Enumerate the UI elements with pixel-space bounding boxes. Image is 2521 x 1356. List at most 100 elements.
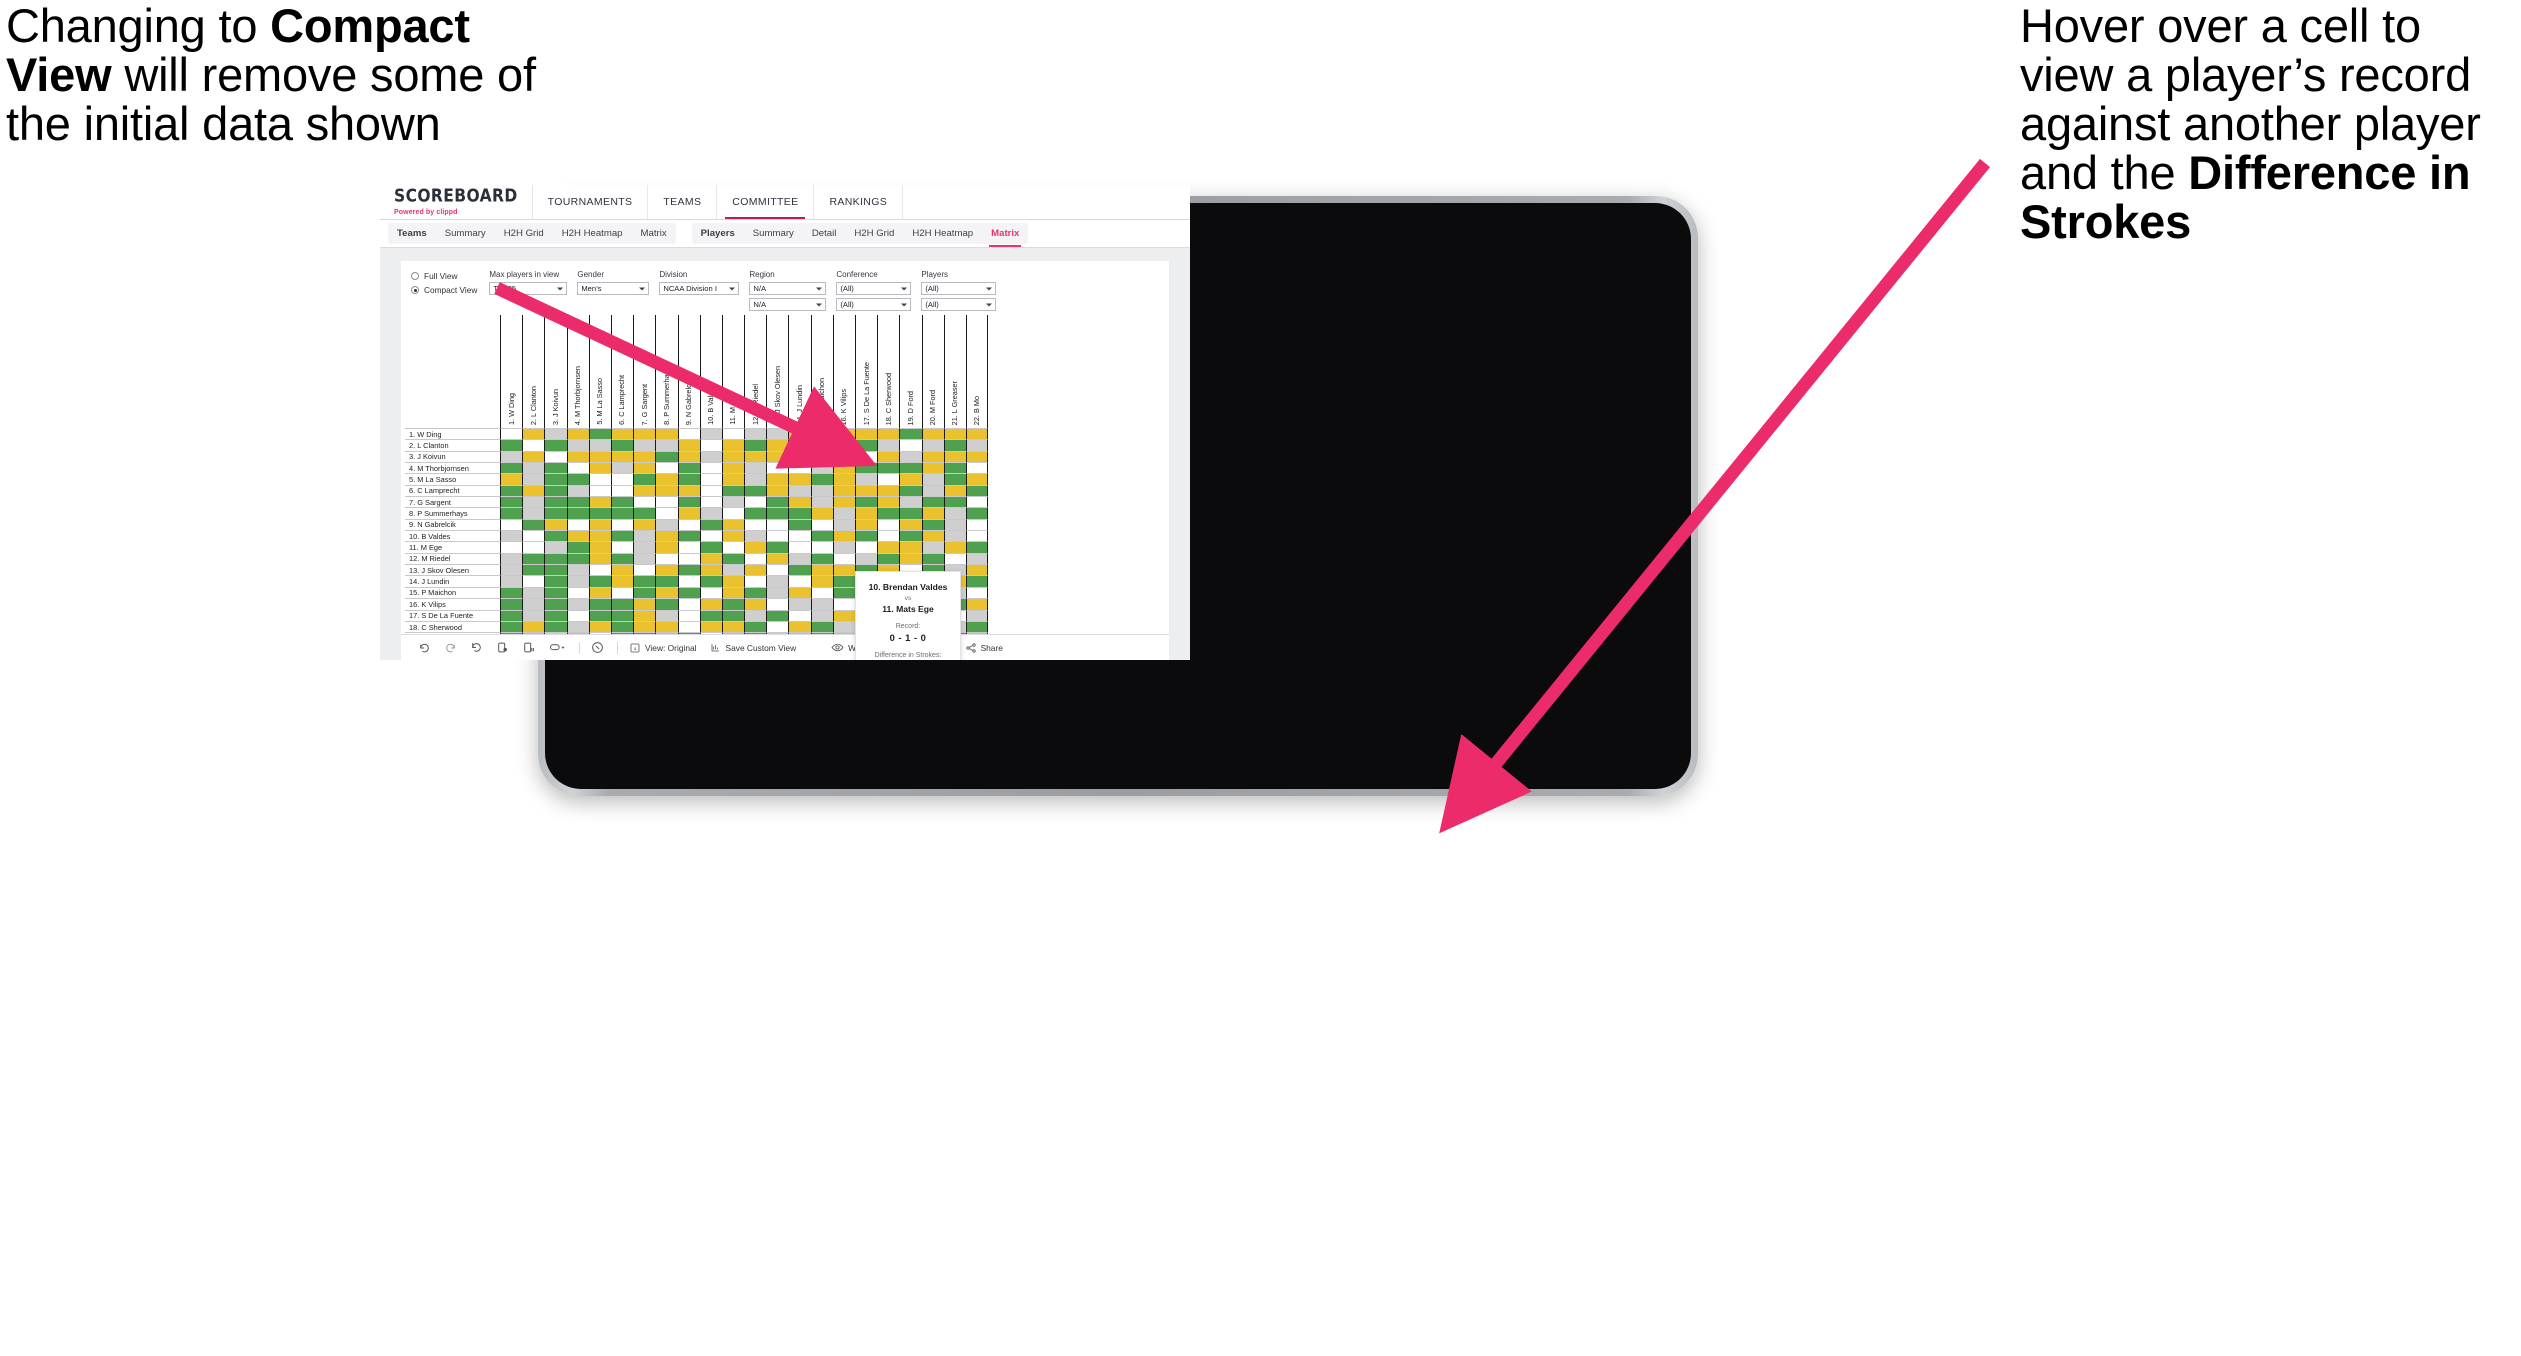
matrix-cell[interactable] — [588, 496, 611, 508]
matrix-cell[interactable] — [588, 586, 611, 599]
matrix-cell[interactable] — [655, 507, 678, 519]
matrix-cell[interactable] — [699, 507, 722, 519]
matrix-cell[interactable] — [544, 450, 567, 463]
matrix-cell[interactable] — [699, 586, 722, 599]
matrix-cell[interactable] — [655, 530, 678, 542]
matrix-cell[interactable] — [677, 541, 700, 553]
matrix-cell[interactable] — [633, 541, 656, 553]
matrix-cell[interactable] — [899, 541, 922, 553]
matrix-cell[interactable] — [500, 541, 523, 553]
matrix-column-header[interactable]: 13. J Skov Olesen — [766, 315, 788, 428]
matrix-cell[interactable] — [855, 552, 878, 565]
matrix-cell[interactable] — [744, 450, 767, 463]
matrix-column-header[interactable]: 16. K Vilips — [832, 315, 855, 428]
matrix-cell[interactable] — [899, 518, 922, 531]
matrix-cell[interactable] — [810, 598, 833, 610]
matrix-cell[interactable] — [744, 564, 767, 576]
matrix-cell[interactable] — [610, 462, 634, 474]
matrix-cell[interactable] — [832, 462, 855, 474]
matrix-cell[interactable] — [877, 484, 900, 497]
matrix-cell[interactable] — [677, 518, 700, 531]
matrix-cell[interactable] — [965, 575, 989, 587]
matrix-row-header[interactable]: 13. J Skov Olesen — [405, 564, 500, 575]
matrix-cell[interactable] — [965, 507, 989, 519]
matrix-cell[interactable] — [522, 507, 545, 519]
matrix-cell[interactable] — [721, 439, 745, 451]
matrix-cell[interactable] — [832, 518, 855, 531]
matrix-cell[interactable] — [877, 552, 900, 565]
matrix-cell[interactable] — [965, 552, 989, 565]
matrix-cell[interactable] — [677, 439, 700, 451]
matrix-cell[interactable] — [633, 450, 656, 463]
refresh-data-button[interactable] — [496, 641, 509, 654]
matrix-cell[interactable] — [877, 439, 900, 451]
matrix-cell[interactable] — [943, 541, 966, 553]
matrix-cell[interactable] — [522, 575, 545, 587]
matrix-cell[interactable] — [500, 586, 523, 599]
matrix-cell[interactable] — [855, 428, 878, 440]
matrix-cell[interactable] — [766, 439, 789, 451]
matrix-cell[interactable] — [500, 507, 523, 519]
matrix-cell[interactable] — [566, 541, 589, 553]
view-original-button[interactable]: a View: Original — [629, 642, 697, 654]
matrix-cell[interactable] — [766, 473, 789, 485]
matrix-cell[interactable] — [588, 428, 611, 440]
matrix-cell[interactable] — [810, 564, 833, 576]
matrix-cell[interactable] — [610, 620, 634, 633]
subnav-item-h2h-grid[interactable]: H2H Grid — [845, 223, 903, 244]
matrix-cell[interactable] — [921, 518, 944, 531]
matrix-cell[interactable] — [921, 462, 944, 474]
matrix-cell[interactable] — [810, 620, 833, 633]
matrix-cell[interactable] — [500, 428, 523, 440]
matrix-cell[interactable] — [965, 439, 989, 451]
matrix-cell[interactable] — [810, 496, 833, 508]
matrix-column-header[interactable]: 18. C Sherwood — [877, 315, 899, 428]
matrix-cell[interactable] — [744, 530, 767, 542]
matrix-cell[interactable] — [522, 598, 545, 610]
matrix-cell[interactable] — [699, 496, 722, 508]
matrix-cell[interactable] — [721, 598, 745, 610]
matrix-cell[interactable] — [655, 439, 678, 451]
matrix-cell[interactable] — [699, 450, 722, 463]
matrix-cell[interactable] — [544, 575, 567, 587]
matrix-cell[interactable] — [877, 518, 900, 531]
matrix-cell[interactable] — [566, 609, 589, 621]
matrix-cell[interactable] — [788, 450, 811, 463]
matrix-cell[interactable] — [610, 450, 634, 463]
matrix-cell[interactable] — [699, 552, 722, 565]
matrix-cell[interactable] — [522, 428, 545, 440]
redo-button[interactable] — [444, 641, 457, 654]
matrix-cell[interactable] — [810, 609, 833, 621]
matrix-cell[interactable] — [566, 496, 589, 508]
matrix-row-header[interactable]: 14. J Lundin — [405, 575, 500, 586]
nav-item-committee[interactable]: COMMITTEE — [717, 185, 815, 219]
matrix-cell[interactable] — [610, 484, 634, 497]
matrix-cell[interactable] — [610, 496, 634, 508]
matrix-cell[interactable] — [655, 518, 678, 531]
matrix-cell[interactable] — [566, 530, 589, 542]
matrix-row-header[interactable]: 3. J Koivun — [405, 450, 500, 462]
matrix-cell[interactable] — [721, 564, 745, 576]
matrix-cell[interactable] — [810, 484, 833, 497]
matrix-cell[interactable] — [921, 484, 944, 497]
matrix-cell[interactable] — [566, 620, 589, 633]
matrix-cell[interactable] — [522, 484, 545, 497]
matrix-cell[interactable] — [588, 507, 611, 519]
matrix-cell[interactable] — [699, 541, 722, 553]
matrix-cell[interactable] — [810, 541, 833, 553]
view-mode-radiogroup[interactable]: Full View Compact View — [411, 270, 477, 311]
matrix-cell[interactable] — [588, 564, 611, 576]
matrix-cell[interactable] — [677, 609, 700, 621]
matrix-cell[interactable] — [744, 620, 767, 633]
matrix-cell[interactable] — [832, 598, 855, 610]
matrix-cell[interactable] — [544, 541, 567, 553]
matrix-cell[interactable] — [633, 598, 656, 610]
matrix-cell[interactable] — [877, 530, 900, 542]
matrix-cell[interactable] — [544, 552, 567, 565]
matrix-cell[interactable] — [943, 462, 966, 474]
matrix-cell[interactable] — [699, 598, 722, 610]
subnav-item-h2h-heatmap[interactable]: H2H Heatmap — [553, 223, 632, 244]
matrix-cell[interactable] — [744, 586, 767, 599]
matrix-cell[interactable] — [855, 439, 878, 451]
matrix-cell[interactable] — [544, 598, 567, 610]
